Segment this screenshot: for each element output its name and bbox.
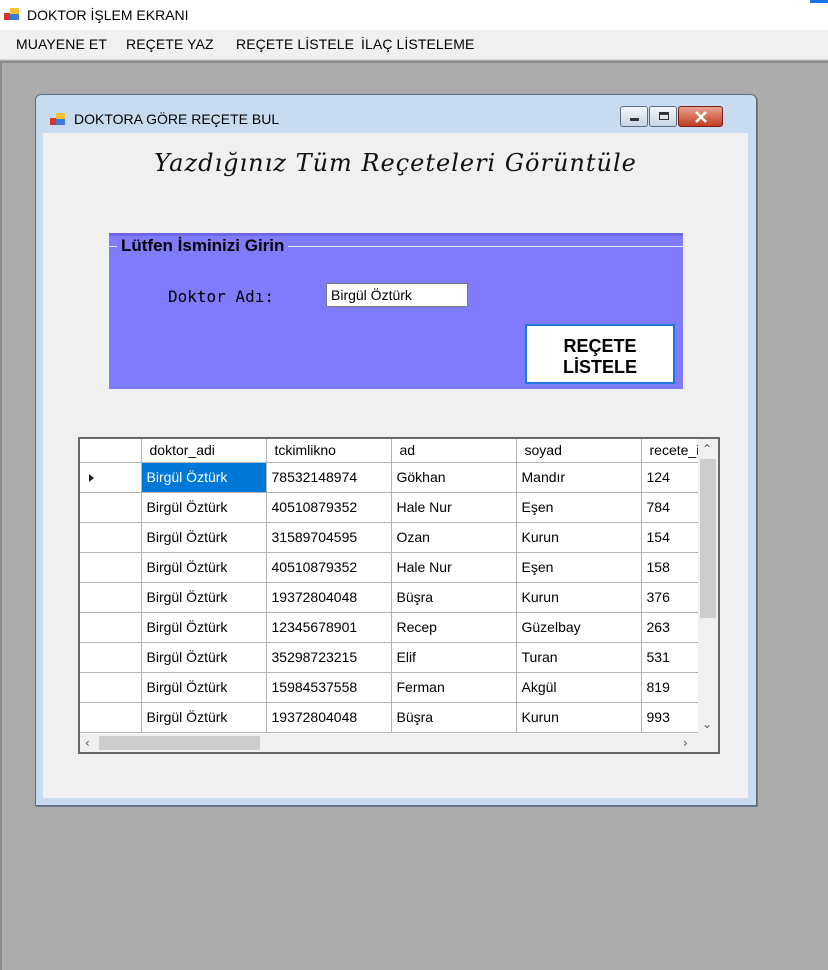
child-app-icon (50, 112, 66, 126)
table-cell[interactable]: 78532148974 (266, 462, 392, 493)
table-cell[interactable]: Elif (391, 642, 517, 673)
horizontal-scroll-thumb[interactable] (99, 736, 260, 750)
table-row[interactable]: Birgül Öztürk 40510879352 Hale Nur Eşen 158 (80, 552, 712, 583)
grid-body: Birgül Öztürk 78532148974 Gökhan Mandır 124 B… (80, 462, 712, 733)
menu-recete-listele[interactable]: REÇETE LİSTELE (236, 36, 354, 52)
table-cell[interactable]: Ozan (391, 522, 517, 553)
table-cell[interactable]: Kurun (516, 522, 642, 553)
table-cell[interactable]: 19372804048 (266, 582, 392, 613)
scroll-right-icon[interactable]: › (683, 737, 688, 749)
row-header[interactable] (80, 582, 142, 613)
menu-bar: MUAYENE ET REÇETE YAZ REÇETE LİSTELE İLA… (0, 30, 828, 60)
maximize-button[interactable] (649, 106, 677, 127)
table-cell[interactable]: Hale Nur (391, 552, 517, 583)
table-cell[interactable]: Birgül Öztürk (141, 522, 267, 553)
child-title: DOKTORA GÖRE REÇETE BUL (74, 111, 280, 127)
maximize-icon (659, 112, 669, 120)
current-row-arrow-icon (89, 474, 94, 482)
table-row[interactable]: Birgül Öztürk 40510879352 Hale Nur Eşen 784 (80, 492, 712, 523)
app-icon (4, 7, 20, 21)
column-header[interactable]: tckimlikno (266, 439, 392, 463)
scroll-down-icon[interactable]: ⌄ (702, 718, 712, 730)
table-cell[interactable]: Birgül Öztürk (141, 642, 267, 673)
row-header[interactable] (80, 522, 142, 553)
vertical-scrollbar[interactable]: ⌃ ⌄ (698, 439, 718, 734)
table-cell[interactable]: 40510879352 (266, 492, 392, 523)
table-cell[interactable]: 31589704595 (266, 522, 392, 553)
table-row[interactable]: Birgül Öztürk 12345678901 Recep Güzelbay 263 (80, 612, 712, 643)
close-icon (695, 111, 707, 123)
table-cell[interactable]: Birgül Öztürk (141, 492, 267, 523)
app-title: DOKTOR İŞLEM EKRANI (27, 7, 189, 23)
table-row[interactable]: Birgül Öztürk 31589704595 Ozan Kurun 154 (80, 522, 712, 553)
table-cell[interactable]: Kurun (516, 702, 642, 733)
table-cell[interactable]: 15984537558 (266, 672, 392, 703)
child-client-area: Yazdığınız Tüm Reçeteleri Görüntüle Lütf… (43, 133, 748, 798)
close-button[interactable] (678, 106, 723, 127)
column-header[interactable]: doktor_adi (141, 439, 267, 463)
scroll-left-icon[interactable]: ‹ (85, 737, 90, 749)
table-row[interactable]: Birgül Öztürk 78532148974 Gökhan Mandır 124 (80, 462, 712, 493)
table-cell[interactable]: 40510879352 (266, 552, 392, 583)
scrollbar-corner (698, 734, 718, 752)
column-header[interactable]: ad (391, 439, 517, 463)
table-cell[interactable]: Eşen (516, 492, 642, 523)
table-cell[interactable]: Güzelbay (516, 612, 642, 643)
menu-muayene-et[interactable]: MUAYENE ET (16, 36, 107, 52)
table-cell[interactable]: Gökhan (391, 462, 517, 493)
table-cell[interactable]: Büşra (391, 582, 517, 613)
groupbox-title: Lütfen İsminizi Girin (117, 236, 289, 256)
row-header[interactable] (80, 702, 142, 733)
table-cell[interactable]: Birgül Öztürk (141, 672, 267, 703)
page-heading: Yazdığınız Tüm Reçeteleri Görüntüle (154, 149, 637, 177)
table-cell[interactable]: Birgül Öztürk (141, 612, 267, 643)
table-cell[interactable]: Mandır (516, 462, 642, 493)
minimize-button[interactable] (620, 106, 648, 127)
vertical-scroll-thumb[interactable] (700, 459, 716, 618)
table-cell[interactable]: Birgül Öztürk (141, 462, 267, 493)
row-header[interactable] (80, 612, 142, 643)
row-header[interactable] (80, 672, 142, 703)
table-cell[interactable]: Ferman (391, 672, 517, 703)
table-cell[interactable]: Akgül (516, 672, 642, 703)
horizontal-scrollbar[interactable]: ‹ › (80, 734, 698, 752)
doktor-adi-input[interactable] (326, 283, 468, 307)
recete-listele-button[interactable]: REÇETE LİSTELE (525, 324, 675, 384)
app-title-bar: DOKTOR İŞLEM EKRANI (0, 0, 828, 30)
table-cell[interactable]: 12345678901 (266, 612, 392, 643)
table-row[interactable]: Birgül Öztürk 15984537558 Ferman Akgül 819 (80, 672, 712, 703)
table-row[interactable]: Birgül Öztürk 19372804048 Büşra Kurun 376 (80, 582, 712, 613)
grid-header-row: doktor_adi tckimlikno ad soyad recete_i (80, 439, 712, 463)
row-header[interactable] (80, 552, 142, 583)
table-cell[interactable]: Recep (391, 612, 517, 643)
table-cell[interactable]: Birgül Öztürk (141, 552, 267, 583)
child-window: DOKTORA GÖRE REÇETE BUL Yazdığınız Tüm R… (35, 94, 757, 806)
table-cell[interactable]: Eşen (516, 552, 642, 583)
table-row[interactable]: Birgül Öztürk 19372804048 Büşra Kurun 993 (80, 702, 712, 733)
name-groupbox: Lütfen İsminizi Girin Doktor Adı: REÇETE… (109, 233, 683, 389)
scroll-up-icon[interactable]: ⌃ (702, 443, 712, 455)
table-cell[interactable]: 19372804048 (266, 702, 392, 733)
menu-ilac-listeleme[interactable]: İLAÇ LİSTELEME (361, 36, 474, 52)
corner-mark (810, 0, 828, 3)
table-cell[interactable]: Kurun (516, 582, 642, 613)
row-header[interactable] (80, 642, 142, 673)
child-title-bar[interactable]: DOKTORA GÖRE REÇETE BUL (36, 95, 756, 133)
table-cell[interactable]: Birgül Öztürk (141, 702, 267, 733)
table-cell[interactable]: Turan (516, 642, 642, 673)
row-header[interactable] (80, 462, 142, 493)
row-header-corner (80, 439, 142, 463)
doktor-adi-label: Doktor Adı: (168, 287, 274, 306)
menu-recete-yaz[interactable]: REÇETE YAZ (126, 36, 214, 52)
grid-table: doktor_adi tckimlikno ad soyad recete_i … (80, 439, 712, 733)
table-cell[interactable]: Büşra (391, 702, 517, 733)
table-cell[interactable]: Birgül Öztürk (141, 582, 267, 613)
row-header[interactable] (80, 492, 142, 523)
table-row[interactable]: Birgül Öztürk 35298723215 Elif Turan 531 (80, 642, 712, 673)
recete-grid[interactable]: doktor_adi tckimlikno ad soyad recete_i … (78, 437, 720, 754)
column-header[interactable]: soyad (516, 439, 642, 463)
table-cell[interactable]: Hale Nur (391, 492, 517, 523)
table-cell[interactable]: 35298723215 (266, 642, 392, 673)
minimize-icon (630, 118, 639, 121)
